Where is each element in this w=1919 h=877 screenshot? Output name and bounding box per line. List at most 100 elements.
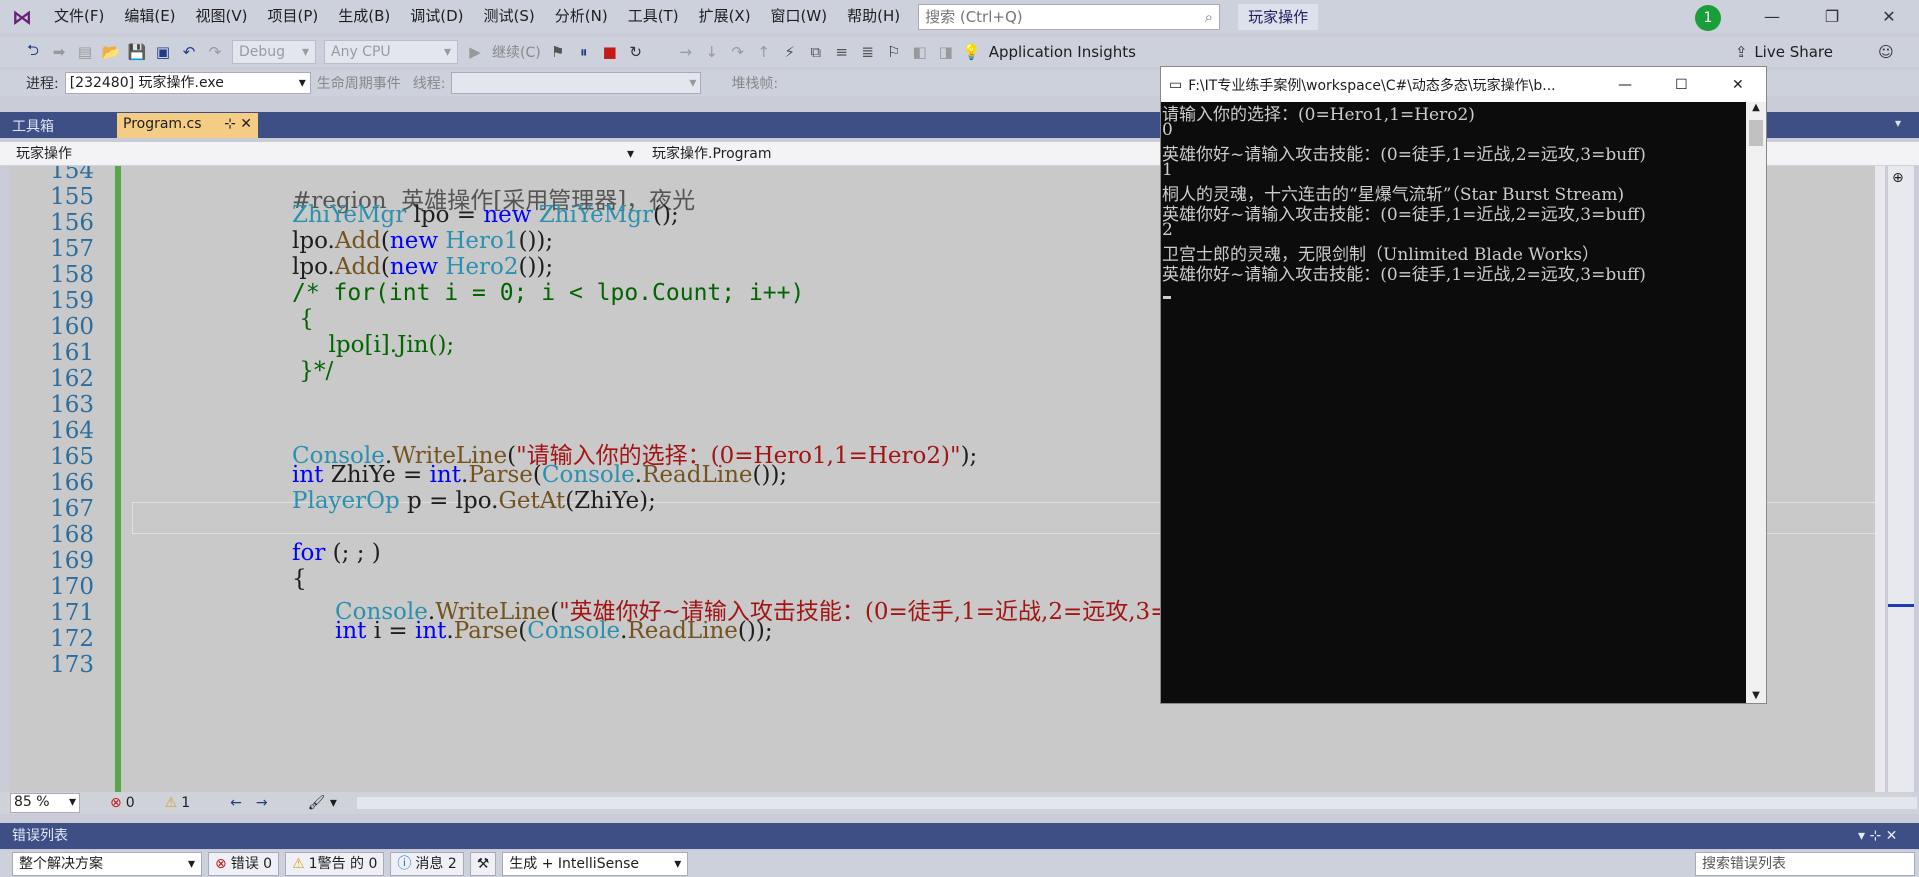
code-line-170: for (; ; ) (292, 540, 381, 566)
play-icon[interactable]: ▶ (462, 39, 488, 65)
code-token: ( (380, 254, 390, 280)
overview-margin[interactable]: ⊕ (1888, 166, 1914, 792)
save-all-icon[interactable]: ▣ (150, 39, 176, 65)
warnings-filter-button[interactable]: ⚠ 1警告 的 0 (285, 852, 385, 876)
messages-filter-button[interactable]: ⓘ 消息 2 (390, 852, 464, 876)
zoom-select[interactable]: 85 % ▾ (10, 793, 80, 813)
code-line-171: { (292, 566, 307, 592)
save-icon[interactable]: 💾 (124, 39, 150, 65)
tab-overflow-icon[interactable]: ▾ (1895, 116, 1901, 130)
lifecycle-events-button[interactable]: 生命周期事件 (311, 73, 407, 93)
code-cleanup-icon[interactable]: 🖌 ▾ (308, 795, 337, 811)
stop-icon[interactable]: ■ (597, 39, 623, 65)
panel-options-icon[interactable]: ▾ ⊹ ✕ (1858, 823, 1897, 849)
menu-item[interactable]: 视图(V) (186, 0, 258, 33)
code-token: for (292, 540, 326, 566)
pin-icon[interactable]: ⊹ ✕ (224, 116, 252, 135)
main-menu: 文件(F) 编辑(E) 视图(V) 项目(P) 生成(B) 调试(D) 测试(S) 分析(N)… (44, 0, 910, 33)
platform-select[interactable]: Any CPU ▾ (324, 40, 458, 64)
console-scrollbar[interactable]: ▲ ▼ (1746, 102, 1766, 703)
show-next-statement-icon[interactable]: → (673, 39, 699, 65)
build-filter-select[interactable]: 生成 + IntelliSense ▾ (502, 852, 689, 876)
menu-item[interactable]: 工具(T) (618, 0, 689, 33)
menu-item[interactable]: 文件(F) (44, 0, 114, 33)
code-token: Console (527, 618, 621, 644)
break-all-icon[interactable]: ⚑ (545, 39, 571, 65)
split-icon[interactable]: ⊕ (1892, 170, 1904, 186)
comment-icon[interactable]: ≡ (829, 39, 855, 65)
vertical-scrollbar[interactable] (1875, 166, 1885, 792)
back-icon[interactable]: ⮌ (20, 39, 46, 65)
menu-item[interactable]: 项目(P) (258, 0, 329, 33)
thread-select[interactable]: ▾ (451, 72, 702, 94)
menu-item[interactable]: 测试(S) (474, 0, 545, 33)
toolbox-tab[interactable]: 工具箱 (12, 116, 54, 136)
step-out-icon[interactable]: ↑ (751, 39, 777, 65)
errors-filter-button[interactable]: ⊗ 错误 0 (208, 852, 280, 876)
restore-icon[interactable]: ❐ (1805, 0, 1859, 33)
app-insights-button[interactable]: Application Insights (985, 43, 1140, 61)
code-token: ( (532, 462, 542, 488)
live-share-button[interactable]: Live Share (1754, 43, 1873, 61)
account-icon[interactable]: ☺ (1873, 39, 1899, 65)
process-select[interactable]: [232480] 玩家操作.exe ▾ (64, 72, 311, 94)
hot-reload-icon[interactable]: ⚡ (777, 39, 803, 65)
scroll-thumb[interactable] (1749, 120, 1763, 146)
forward-icon[interactable]: ➡ (46, 39, 72, 65)
editor-status-bar: 85 % ▾ ⊗ 0 ⚠ 1 ← → 🖌 ▾ (0, 792, 1919, 814)
step-into-icon[interactable]: ↓ (699, 39, 725, 65)
bookmark-icon[interactable]: ⧉ (803, 39, 829, 65)
code-token: Parse (453, 618, 519, 644)
restart-icon[interactable]: ↻ (623, 39, 649, 65)
code-token: PlayerOp (292, 488, 400, 514)
tab-program-cs[interactable]: Program.cs ⊹ ✕ (117, 113, 258, 138)
code-line-161: /* for(int i = 0; i < lpo.Count; i++) (292, 280, 805, 306)
code-token: ()); (518, 228, 554, 254)
redo-icon[interactable]: ↷ (202, 39, 228, 65)
code-token: new (483, 202, 532, 228)
prev-bookmark-icon[interactable]: ◧ (907, 39, 933, 65)
uncomment-icon[interactable]: ≣ (855, 39, 881, 65)
menu-item[interactable]: 窗口(W) (761, 0, 838, 33)
project-name-badge: 玩家操作 (1238, 3, 1319, 30)
next-bookmark-icon[interactable]: ◨ (933, 39, 959, 65)
console-maximize-icon[interactable]: ☐ (1653, 77, 1709, 93)
close-icon[interactable]: ✕ (1862, 0, 1916, 33)
menu-item[interactable]: 扩展(X) (689, 0, 761, 33)
error-count[interactable]: 0 (126, 795, 135, 811)
horizontal-scrollbar[interactable] (356, 797, 1917, 809)
console-close-icon[interactable]: ✕ (1710, 77, 1766, 93)
line-number: 171 (50, 600, 94, 626)
menu-item[interactable]: 帮助(H) (837, 0, 910, 33)
scroll-up-icon[interactable]: ▲ (1746, 102, 1766, 113)
undo-icon[interactable]: ↶ (176, 39, 202, 65)
code-line-173: int i = int.Parse(Console.ReadLine()); (335, 618, 773, 644)
filter-icon-button[interactable]: ⚒ (469, 852, 497, 876)
new-project-icon[interactable]: ▤ (72, 39, 98, 65)
open-folder-icon[interactable]: 📂 (98, 39, 124, 65)
scope-select[interactable]: 整个解决方案 ▾ (12, 852, 202, 876)
continue-button[interactable]: 继续(C) (488, 42, 545, 62)
pause-icon[interactable]: ⏸ (571, 39, 597, 65)
warning-count[interactable]: 1 (181, 795, 190, 811)
process-value: [232480] 玩家操作.exe (69, 75, 224, 91)
project-nav-select[interactable]: 玩家操作 ▾ (10, 142, 640, 166)
bookmark-flag-icon[interactable]: ⚐ (881, 39, 907, 65)
search-box[interactable]: 搜索 (Ctrl+Q) ⌕ (918, 3, 1221, 30)
step-over-icon[interactable]: ↷ (725, 39, 751, 65)
scope-value: 整个解决方案 (19, 856, 103, 872)
minimize-icon[interactable]: — (1745, 0, 1799, 33)
class-nav-select[interactable]: 玩家操作.Program (646, 142, 1166, 166)
scroll-down-icon[interactable]: ▼ (1746, 690, 1766, 701)
notification-badge[interactable]: 1 (1695, 5, 1721, 31)
menu-item[interactable]: 生成(B) (328, 0, 400, 33)
configuration-select[interactable]: Debug ▾ (232, 40, 316, 64)
menu-item[interactable]: 编辑(E) (114, 0, 185, 33)
line-number: 172 (50, 626, 94, 652)
next-issue-icon[interactable]: → (256, 795, 268, 811)
error-search-input[interactable]: 搜索错误列表 (1695, 852, 1915, 876)
prev-issue-icon[interactable]: ← (230, 795, 242, 811)
menu-item[interactable]: 分析(N) (545, 0, 618, 33)
menu-item[interactable]: 调试(D) (400, 0, 473, 33)
console-minimize-icon[interactable]: — (1597, 77, 1653, 93)
